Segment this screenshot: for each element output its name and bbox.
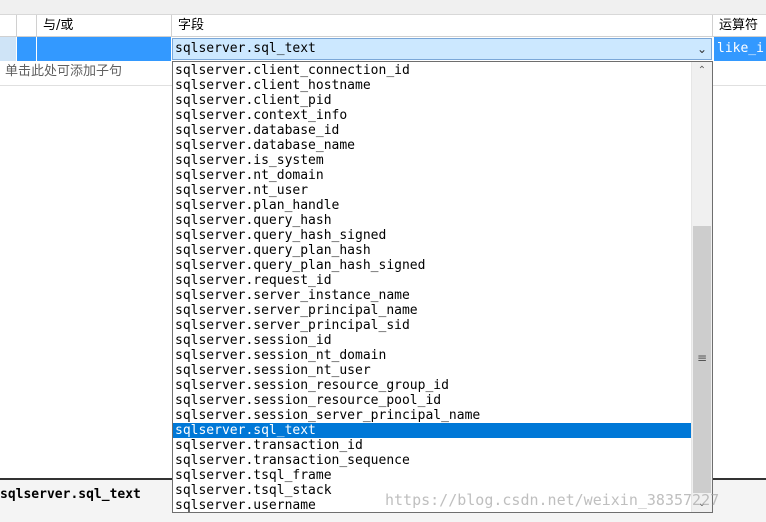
dropdown-item[interactable]: sqlserver.query_plan_hash xyxy=(173,243,691,258)
dropdown-item[interactable]: sqlserver.sql_text xyxy=(173,423,691,438)
dropdown-item[interactable]: sqlserver.transaction_sequence xyxy=(173,453,691,468)
dropdown-item[interactable]: sqlserver.session_resource_group_id xyxy=(173,378,691,393)
column-header-field[interactable]: 字段 xyxy=(172,15,713,36)
column-header-and-or[interactable]: 与/或 xyxy=(37,15,172,36)
dropdown-item[interactable]: sqlserver.client_connection_id xyxy=(173,63,691,78)
and-or-cell[interactable] xyxy=(37,37,172,61)
indent-cell xyxy=(17,37,37,61)
dropdown-item[interactable]: sqlserver.session_nt_user xyxy=(173,363,691,378)
dropdown-item[interactable]: sqlserver.client_pid xyxy=(173,93,691,108)
row-divider xyxy=(0,85,172,86)
filter-expression: sqlserver.sql_text xyxy=(0,487,141,502)
chevron-up-icon[interactable]: ⌃ xyxy=(692,62,712,79)
chevron-down-icon[interactable]: ⌄ xyxy=(697,39,707,59)
row-divider xyxy=(712,85,766,86)
grid-header: 与/或 字段 运算符 xyxy=(0,15,766,37)
field-dropdown-list[interactable]: sqlserver.client_connection_id sqlserver.… xyxy=(172,61,713,513)
dropdown-item[interactable]: sqlserver.nt_user xyxy=(173,183,691,198)
dropdown-item[interactable]: sqlserver.server_principal_sid xyxy=(173,318,691,333)
dropdown-item[interactable]: sqlserver.server_principal_name xyxy=(173,303,691,318)
dropdown-item[interactable]: sqlserver.session_resource_pool_id xyxy=(173,393,691,408)
dropdown-item[interactable]: sqlserver.database_name xyxy=(173,138,691,153)
dropdown-item[interactable]: sqlserver.transaction_id xyxy=(173,438,691,453)
dropdown-item[interactable]: sqlserver.query_hash xyxy=(173,213,691,228)
dropdown-item[interactable]: sqlserver.session_nt_domain xyxy=(173,348,691,363)
dropdown-item[interactable]: sqlserver.context_info xyxy=(173,108,691,123)
dropdown-item[interactable]: sqlserver.nt_domain xyxy=(173,168,691,183)
watermark: https://blog.csdn.net/weixin_38357227 xyxy=(385,491,720,509)
dropdown-item[interactable]: sqlserver.client_hostname xyxy=(173,78,691,93)
row-selector[interactable] xyxy=(0,37,17,61)
grip-icon: ≡ xyxy=(696,351,708,365)
toolbar-strip xyxy=(0,0,766,15)
dropdown-item[interactable]: sqlserver.server_instance_name xyxy=(173,288,691,303)
dropdown-item[interactable]: sqlserver.query_hash_signed xyxy=(173,228,691,243)
dropdown-item[interactable]: sqlserver.query_plan_hash_signed xyxy=(173,258,691,273)
add-clause-hint[interactable]: 单击此处可添加子句 xyxy=(5,62,122,82)
indent-header-cell xyxy=(17,15,37,36)
dropdown-item[interactable]: sqlserver.database_id xyxy=(173,123,691,138)
row-header-cell xyxy=(0,15,17,36)
dropdown-item[interactable]: sqlserver.session_id xyxy=(173,333,691,348)
field-combobox-value: sqlserver.sql_text xyxy=(175,41,316,56)
dropdown-item[interactable]: sqlserver.request_id xyxy=(173,273,691,288)
field-combobox[interactable]: sqlserver.sql_text ⌄ xyxy=(172,38,712,60)
dropdown-item[interactable]: sqlserver.plan_handle xyxy=(173,198,691,213)
dropdown-items: sqlserver.client_connection_id sqlserver.… xyxy=(173,63,691,512)
scrollbar-thumb[interactable]: ≡ xyxy=(693,226,711,493)
dropdown-item[interactable]: sqlserver.is_system xyxy=(173,153,691,168)
vertical-scrollbar[interactable]: ⌃ ≡ ⌄ xyxy=(691,62,712,512)
dropdown-item[interactable]: sqlserver.tsql_frame xyxy=(173,468,691,483)
dropdown-item[interactable]: sqlserver.session_server_principal_name xyxy=(173,408,691,423)
column-header-operator[interactable]: 运算符 xyxy=(713,15,766,36)
operator-cell[interactable]: like_i xyxy=(714,37,766,61)
